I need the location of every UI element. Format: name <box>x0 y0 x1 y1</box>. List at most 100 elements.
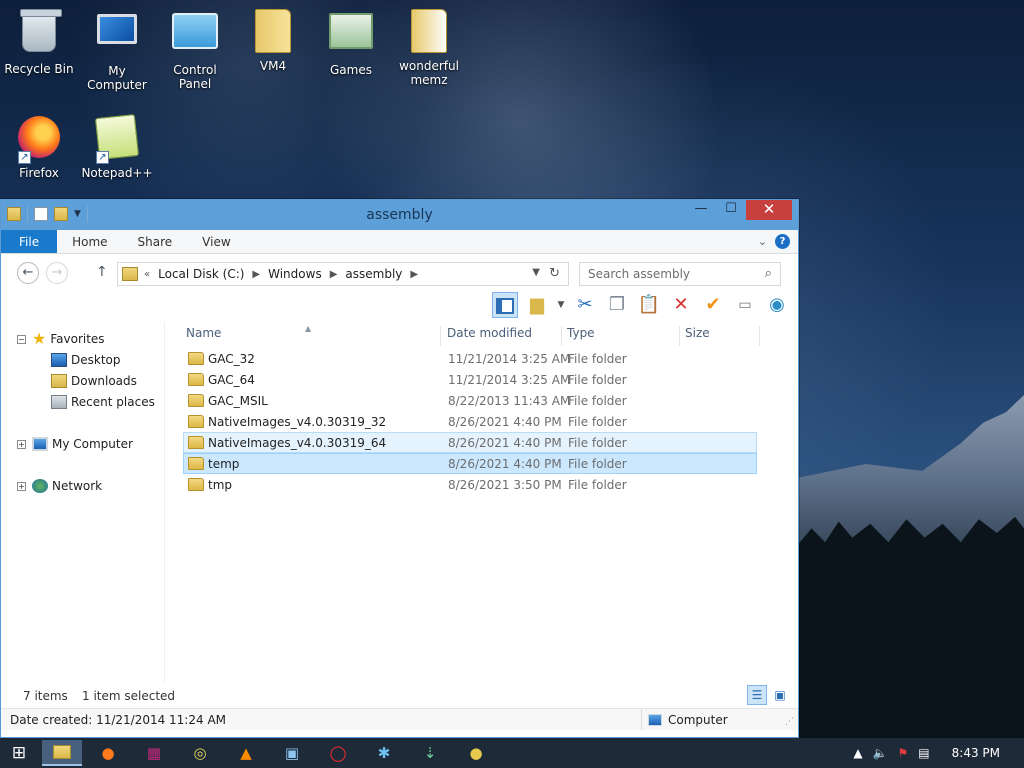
search-icon[interactable]: ⌕ <box>765 266 772 281</box>
taskbar-app[interactable]: ● <box>456 740 496 766</box>
taskbar-file-explorer[interactable] <box>42 740 82 766</box>
desktop-icon-label: Firefox <box>19 166 59 180</box>
file-row[interactable]: tmp 8/26/2021 3:50 PM File folder <box>183 474 757 495</box>
details-view-icon[interactable]: ☰ <box>747 685 767 705</box>
expand-icon[interactable]: + <box>17 481 26 491</box>
taskbar-vlc[interactable]: ▲ <box>226 740 266 766</box>
close-button[interactable]: ✕ <box>746 200 792 220</box>
file-row[interactable]: temp 8/26/2021 4:40 PM File folder <box>183 453 757 474</box>
address-dropdown-icon[interactable]: ▼ <box>532 267 540 278</box>
tab-home[interactable]: Home <box>57 230 122 253</box>
taskbar-winrar[interactable]: ▦ <box>134 740 174 766</box>
nav-item-recent-places[interactable]: Recent places <box>51 395 155 409</box>
help-icon[interactable]: ? <box>775 234 790 249</box>
navigation-pane-button[interactable] <box>492 292 518 318</box>
taskbar-computer[interactable]: ▣ <box>272 740 312 766</box>
desktop-icon-vm4[interactable]: VM4 <box>234 8 312 73</box>
column-header-name[interactable]: Name ▲ <box>181 324 441 346</box>
file-date-modified: 8/26/2021 4:40 PM <box>448 457 562 471</box>
content-area: − ★ Favorites Desktop Downloads Recent p… <box>1 322 798 684</box>
chevron-down-icon[interactable]: ▼ <box>556 292 566 318</box>
copy-icon[interactable]: ❐ <box>604 292 630 318</box>
column-header-date[interactable]: Date modified <box>442 326 562 346</box>
file-row[interactable]: GAC_MSIL 8/22/2013 11:43 AM File folder <box>183 390 757 411</box>
start-button[interactable]: ⊞ <box>6 741 32 765</box>
paste-icon[interactable]: 📋 <box>636 292 662 318</box>
desktop-icon-control-panel[interactable]: Control Panel <box>156 8 234 91</box>
show-hidden-icons-icon[interactable]: ▲ <box>853 746 862 760</box>
desktop-icon-wonderful-memz[interactable]: wonderful memz <box>390 8 468 87</box>
up-button[interactable]: ↑ <box>96 264 108 280</box>
shortcut-arrow-icon: ↗ <box>96 151 109 164</box>
globe-icon[interactable]: ◉ <box>764 292 790 318</box>
check-icon[interactable]: ✔ <box>700 292 726 318</box>
file-type: File folder <box>568 373 627 387</box>
file-date-modified: 11/21/2014 3:25 AM <box>448 352 571 366</box>
maximize-button[interactable]: ☐ <box>716 200 746 220</box>
folder-icon <box>188 352 204 365</box>
resize-grip-icon[interactable]: ⋰ <box>785 717 794 727</box>
recent-places-icon <box>51 395 67 409</box>
chevron-right-icon[interactable]: ▶ <box>252 269 260 280</box>
chevron-right-icon[interactable]: ▶ <box>410 269 418 280</box>
location-zone: Computer <box>641 709 728 730</box>
address-bar[interactable]: « Local Disk (C:) ▶ Windows ▶ assembly ▶… <box>117 262 569 286</box>
computer-icon <box>648 713 662 726</box>
tab-file[interactable]: File <box>1 230 58 253</box>
rename-icon[interactable]: ▭ <box>732 292 758 318</box>
expand-icon[interactable]: + <box>17 439 26 449</box>
taskbar-opera[interactable]: ◯ <box>318 740 358 766</box>
desktop-icon-notepad-plus-plus[interactable]: ↗ Notepad++ <box>78 114 156 180</box>
file-name: GAC_MSIL <box>208 394 268 408</box>
nav-item-my-computer[interactable]: + My Computer <box>17 437 133 451</box>
taskbar-app[interactable]: ✱ <box>364 740 404 766</box>
taskbar-app[interactable]: ⇣ <box>410 740 450 766</box>
desktop-icon-my-computer[interactable]: My Computer <box>78 8 156 92</box>
taskbar-firefox[interactable]: ● <box>88 740 128 766</box>
large-icons-view-icon[interactable]: ▣ <box>770 685 790 705</box>
new-folder-button[interactable]: ▆ <box>524 292 550 318</box>
column-header-size[interactable]: Size <box>680 326 760 346</box>
nav-item-downloads[interactable]: Downloads <box>51 374 137 388</box>
breadcrumb-local-disk[interactable]: Local Disk (C:) <box>158 267 244 281</box>
tab-view[interactable]: View <box>187 230 245 253</box>
desktop-icon-label: VM4 <box>259 59 287 73</box>
minimize-button[interactable]: — <box>686 200 716 220</box>
cut-icon[interactable]: ✂ <box>572 292 598 318</box>
games-icon <box>328 13 374 59</box>
forward-button[interactable]: → <box>46 262 68 284</box>
file-row[interactable]: GAC_64 11/21/2014 3:25 AM File folder <box>183 369 757 390</box>
desktop-icon-games[interactable]: Games <box>312 8 390 77</box>
column-header-type[interactable]: Type <box>562 326 680 346</box>
action-center-icon[interactable]: ⚑ <box>898 746 909 760</box>
search-input[interactable] <box>580 263 750 285</box>
desktop-icon-recycle-bin[interactable]: Recycle Bin <box>0 8 78 76</box>
folder-icon <box>406 9 452 55</box>
refresh-icon[interactable]: ↻ <box>549 266 560 281</box>
breadcrumb-overflow[interactable]: « <box>144 269 150 280</box>
breadcrumb-assembly[interactable]: assembly <box>345 267 402 281</box>
file-row[interactable]: GAC_32 11/21/2014 3:25 AM File folder <box>183 348 757 369</box>
folder-icon <box>188 373 204 386</box>
network-icon[interactable]: ▤ <box>918 746 929 760</box>
volume-muted-icon[interactable]: 🔈 <box>873 746 888 760</box>
nav-item-desktop[interactable]: Desktop <box>51 353 121 367</box>
nav-item-favorites[interactable]: − ★ Favorites <box>17 331 105 347</box>
delete-icon[interactable]: ✕ <box>668 292 694 318</box>
tab-share[interactable]: Share <box>123 230 188 253</box>
folder-icon <box>188 478 204 491</box>
shortcut-arrow-icon: ↗ <box>18 151 31 164</box>
breadcrumb-windows[interactable]: Windows <box>268 267 322 281</box>
file-row[interactable]: NativeImages_v4.0.30319_64 8/26/2021 4:40… <box>183 432 757 453</box>
back-button[interactable]: ← <box>17 262 39 284</box>
desktop-icon-firefox[interactable]: ↗ Firefox <box>0 114 78 180</box>
nav-item-network[interactable]: + Network <box>17 479 102 493</box>
file-row[interactable]: NativeImages_v4.0.30319_32 8/26/2021 4:40… <box>183 411 757 432</box>
file-type: File folder <box>568 394 627 408</box>
clock[interactable]: 8:43 PM <box>952 746 1000 760</box>
title-bar[interactable]: ▼ assembly — ☐ ✕ <box>1 200 798 230</box>
collapse-icon[interactable]: − <box>17 334 26 344</box>
expand-ribbon-icon[interactable]: ⌄ <box>758 235 767 248</box>
chevron-right-icon[interactable]: ▶ <box>330 269 338 280</box>
taskbar-disc-app[interactable]: ◎ <box>180 740 220 766</box>
